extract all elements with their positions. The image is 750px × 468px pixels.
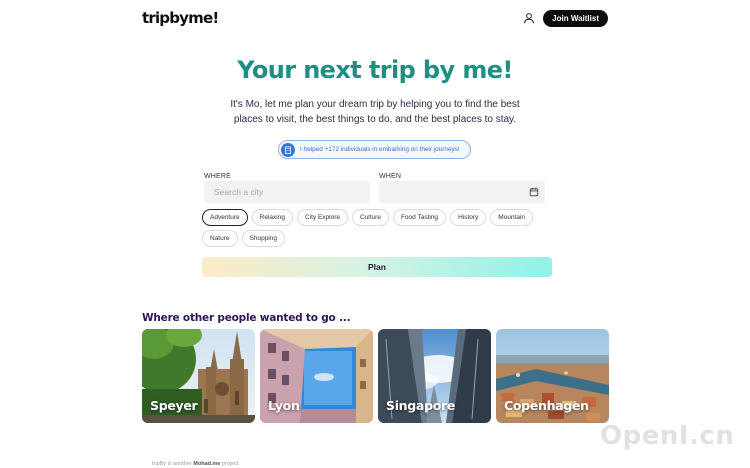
chip-shopping[interactable]: Shopping: [241, 230, 285, 247]
chip-history[interactable]: History: [450, 209, 487, 226]
chip-adventure[interactable]: Adventure: [202, 209, 248, 226]
nav-actions: Join Waitlist: [523, 9, 608, 27]
destination-card-lyon[interactable]: Lyon: [260, 329, 373, 423]
top-nav: tripbyme! Join Waitlist: [142, 8, 608, 28]
chip-relaxing[interactable]: Relaxing: [251, 209, 293, 226]
watermark: OpenI.cn: [600, 421, 735, 451]
destination-cards: Speyer Lyon Singapore Copenhagen: [142, 329, 609, 423]
chip-food-tasting[interactable]: Food Tasting: [392, 209, 447, 226]
destination-name: Copenhagen: [504, 398, 589, 413]
calendar-icon[interactable]: [529, 187, 539, 197]
plan-button[interactable]: Plan: [202, 257, 552, 277]
footer-prefix: tripBy is another: [152, 461, 192, 467]
logo[interactable]: tripbyme!: [142, 9, 219, 27]
where-field: [204, 181, 370, 203]
chip-city-explore[interactable]: City Explore: [296, 209, 348, 226]
destination-name: Speyer: [150, 398, 198, 413]
hero-title: Your next trip by me!: [237, 56, 513, 84]
when-label: WHEN: [379, 173, 402, 180]
chip-mountain[interactable]: Mountain: [490, 209, 534, 226]
badge-text: I helped +172 individuals in embarking o…: [300, 146, 460, 153]
destination-card-copenhagen[interactable]: Copenhagen: [496, 329, 609, 423]
footer-suffix: project: [222, 461, 239, 467]
destination-card-singapore[interactable]: Singapore: [378, 329, 491, 423]
destination-name: Singapore: [386, 398, 456, 413]
social-proof-badge: I helped +172 individuals in embarking o…: [278, 140, 471, 159]
user-icon[interactable]: [523, 12, 535, 24]
where-label: WHERE: [204, 173, 232, 180]
hero-subtitle: It's Mo, let me plan your dream trip by …: [230, 99, 520, 125]
destination-name: Lyon: [268, 398, 300, 413]
trip-type-chips: Adventure Relaxing City Explore Culture …: [202, 209, 552, 247]
city-search-input[interactable]: [204, 181, 370, 203]
chip-nature[interactable]: Nature: [202, 230, 238, 247]
footer-brand-link[interactable]: Mohad.me: [193, 461, 220, 467]
destinations-title: Where other people wanted to go ...: [142, 312, 351, 324]
chip-culture[interactable]: Culture: [351, 209, 389, 226]
footer-credit: tripBy is another Mohad.me project: [152, 461, 239, 467]
when-field[interactable]: [379, 181, 545, 203]
destination-card-speyer[interactable]: Speyer: [142, 329, 255, 423]
join-waitlist-button[interactable]: Join Waitlist: [543, 9, 608, 27]
building-icon: [281, 142, 295, 157]
